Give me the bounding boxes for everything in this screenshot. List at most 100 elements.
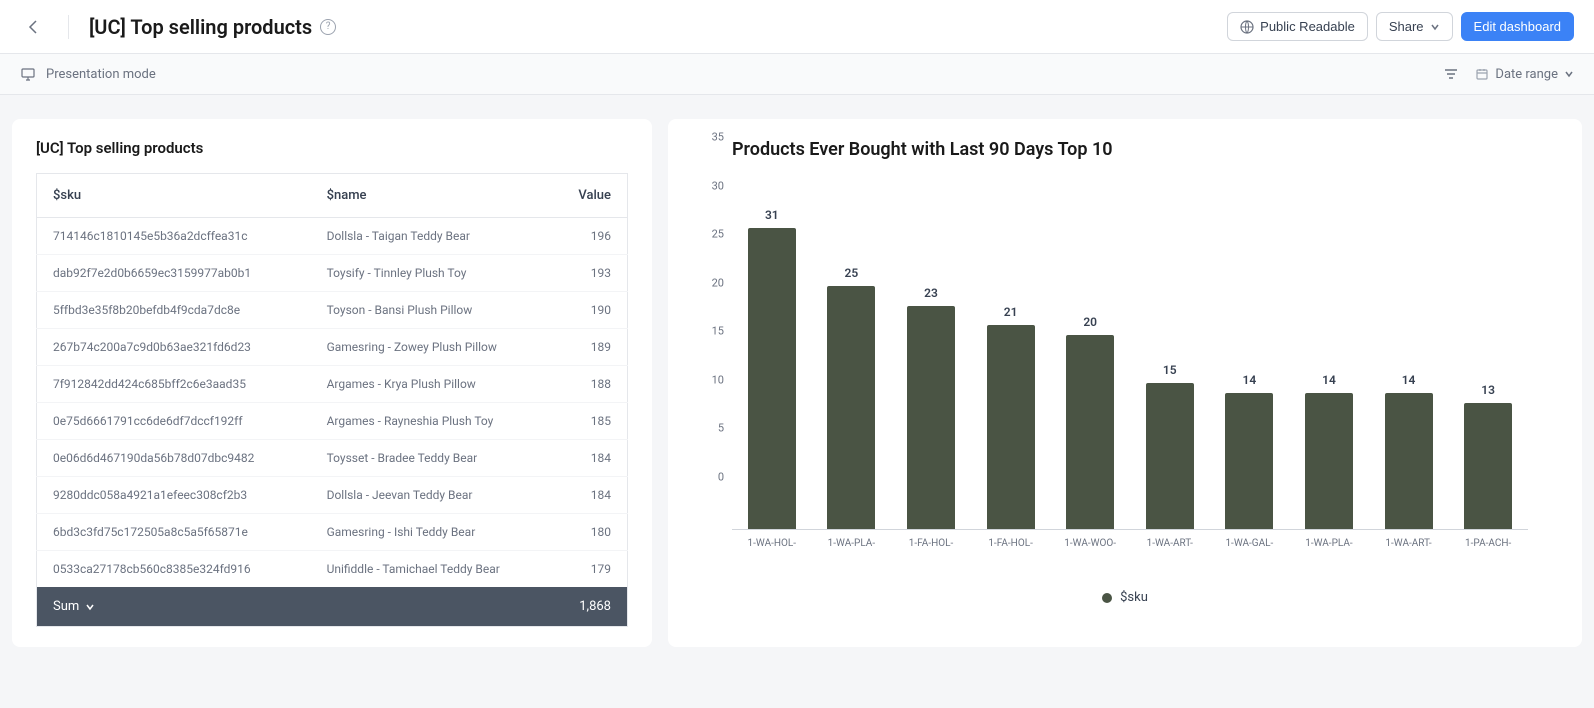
bar-wrap: 21 bbox=[971, 190, 1051, 529]
toolbar: Presentation mode Date range bbox=[0, 54, 1594, 95]
content: [UC] Top selling products $sku $name Val… bbox=[0, 95, 1594, 671]
table-row[interactable]: 0533ca27178cb560c8385e324fd916Unifiddle … bbox=[37, 551, 628, 588]
cell-sku: 6bd3c3fd75c172505a8c5a5f65871e bbox=[37, 514, 311, 551]
bar[interactable] bbox=[907, 306, 955, 529]
table-title: [UC] Top selling products bbox=[36, 139, 628, 157]
table-row[interactable]: 0e06d6d467190da56b78d07dbc9482Toysset - … bbox=[37, 440, 628, 477]
table-row[interactable]: 714146c1810145e5b36a2dcffea31cDollsla - … bbox=[37, 218, 628, 255]
bar[interactable] bbox=[748, 228, 796, 529]
bar[interactable] bbox=[1305, 393, 1353, 529]
header: [UC] Top selling products ? Public Reada… bbox=[0, 0, 1594, 54]
bar-value-label: 14 bbox=[1402, 373, 1416, 387]
bar-value-label: 25 bbox=[845, 266, 859, 280]
sum-cell[interactable]: Sum bbox=[37, 587, 311, 627]
title-wrap: [UC] Top selling products ? bbox=[68, 15, 336, 39]
x-tick-label: 1-FA-HOL- bbox=[971, 530, 1051, 570]
plot: 31 25 23 21 20 15 14 14 14 13 bbox=[732, 190, 1528, 530]
y-tick: 20 bbox=[712, 276, 724, 289]
cell-sku: 7f912842dd424c685bff2c6e3aad35 bbox=[37, 366, 311, 403]
bar-wrap: 15 bbox=[1130, 190, 1210, 529]
cell-sku: 0e75d6661791cc6de6df7dccf192ff bbox=[37, 403, 311, 440]
bar-value-label: 15 bbox=[1163, 363, 1177, 377]
x-tick-label: 1-WA-ART- bbox=[1369, 530, 1449, 570]
bar[interactable] bbox=[1225, 393, 1273, 529]
help-icon[interactable]: ? bbox=[320, 19, 336, 35]
bar-value-label: 13 bbox=[1481, 383, 1495, 397]
cell-name: Gamesring - Ishi Teddy Bear bbox=[311, 514, 552, 551]
table-row[interactable]: 7f912842dd424c685bff2c6e3aad35Argames - … bbox=[37, 366, 628, 403]
bar-value-label: 23 bbox=[924, 286, 938, 300]
filter-icon[interactable] bbox=[1443, 66, 1459, 82]
share-label: Share bbox=[1389, 19, 1424, 34]
x-tick-label: 1-WA-PLA- bbox=[1289, 530, 1369, 570]
bar-value-label: 31 bbox=[765, 208, 779, 222]
bar-value-label: 14 bbox=[1322, 373, 1336, 387]
share-button[interactable]: Share bbox=[1376, 12, 1453, 41]
col-name[interactable]: $name bbox=[311, 174, 552, 218]
cell-value: 180 bbox=[551, 514, 627, 551]
edit-label: Edit dashboard bbox=[1474, 19, 1561, 34]
public-readable-button[interactable]: Public Readable bbox=[1227, 12, 1368, 41]
table-row[interactable]: 5ffbd3e35f8b20befdb4f9cda7dc8eToyson - B… bbox=[37, 292, 628, 329]
table-row[interactable]: 9280ddc058a4921a1efeec308cf2b3Dollsla - … bbox=[37, 477, 628, 514]
bar-wrap: 14 bbox=[1289, 190, 1369, 529]
cell-value: 184 bbox=[551, 440, 627, 477]
cell-value: 188 bbox=[551, 366, 627, 403]
x-tick-label: 1-WA-PLA- bbox=[812, 530, 892, 570]
sum-label: Sum bbox=[53, 599, 79, 614]
chart-title: Products Ever Bought with Last 90 Days T… bbox=[732, 139, 1558, 160]
cell-sku: 5ffbd3e35f8b20befdb4f9cda7dc8e bbox=[37, 292, 311, 329]
col-sku[interactable]: $sku bbox=[37, 174, 311, 218]
chevron-down-icon bbox=[1430, 22, 1440, 32]
date-range-label: Date range bbox=[1495, 67, 1558, 82]
header-right: Public Readable Share Edit dashboard bbox=[1227, 12, 1574, 41]
x-axis: 1-WA-HOL-1-WA-PLA-1-FA-HOL-1-FA-HOL-1-WA… bbox=[732, 530, 1528, 570]
bar-wrap: 14 bbox=[1369, 190, 1449, 529]
cell-sku: 0533ca27178cb560c8385e324fd916 bbox=[37, 551, 311, 588]
bar-wrap: 23 bbox=[891, 190, 971, 529]
bar-value-label: 20 bbox=[1083, 315, 1097, 329]
cell-value: 190 bbox=[551, 292, 627, 329]
bars: 31 25 23 21 20 15 14 14 14 13 bbox=[732, 190, 1528, 529]
table-row[interactable]: 267b74c200a7c9d0b63ae321fd6d23Gamesring … bbox=[37, 329, 628, 366]
bar-value-label: 14 bbox=[1243, 373, 1257, 387]
table-row[interactable]: dab92f7e2d0b6659ec3159977ab0b1Toysify - … bbox=[37, 255, 628, 292]
date-range-button[interactable]: Date range bbox=[1475, 67, 1574, 82]
y-tick: 10 bbox=[712, 373, 724, 386]
sum-row: Sum 1,868 bbox=[37, 587, 628, 627]
table-row[interactable]: 0e75d6661791cc6de6df7dccf192ffArgames - … bbox=[37, 403, 628, 440]
edit-dashboard-button[interactable]: Edit dashboard bbox=[1461, 12, 1574, 41]
presentation-icon bbox=[20, 66, 36, 82]
cell-name: Argames - Krya Plush Pillow bbox=[311, 366, 552, 403]
page-title: [UC] Top selling products bbox=[89, 15, 312, 39]
x-tick-label: 1-WA-GAL- bbox=[1210, 530, 1290, 570]
y-tick: 15 bbox=[712, 325, 724, 338]
y-tick: 25 bbox=[712, 228, 724, 241]
table-row[interactable]: 6bd3c3fd75c172505a8c5a5f65871eGamesring … bbox=[37, 514, 628, 551]
x-tick-label: 1-WA-HOL- bbox=[732, 530, 812, 570]
cell-value: 193 bbox=[551, 255, 627, 292]
bar[interactable] bbox=[1066, 335, 1114, 529]
chevron-down-icon bbox=[85, 602, 95, 612]
arrow-left-icon bbox=[26, 19, 42, 35]
table-card: [UC] Top selling products $sku $name Val… bbox=[12, 119, 652, 647]
bar[interactable] bbox=[987, 325, 1035, 529]
cell-value: 189 bbox=[551, 329, 627, 366]
globe-icon bbox=[1240, 20, 1254, 34]
x-tick-label: 1-FA-HOL- bbox=[891, 530, 971, 570]
bar[interactable] bbox=[1146, 383, 1194, 529]
bar-wrap: 25 bbox=[812, 190, 892, 529]
chart-card: Products Ever Bought with Last 90 Days T… bbox=[668, 119, 1582, 647]
bar[interactable] bbox=[827, 286, 875, 529]
bar[interactable] bbox=[1385, 393, 1433, 529]
cell-value: 184 bbox=[551, 477, 627, 514]
cell-name: Gamesring - Zowey Plush Pillow bbox=[311, 329, 552, 366]
col-value[interactable]: Value bbox=[551, 174, 627, 218]
cell-name: Toysset - Bradee Teddy Bear bbox=[311, 440, 552, 477]
bar[interactable] bbox=[1464, 403, 1512, 529]
table-header-row: $sku $name Value bbox=[37, 174, 628, 218]
cell-value: 185 bbox=[551, 403, 627, 440]
back-button[interactable] bbox=[20, 13, 48, 41]
presentation-mode-button[interactable]: Presentation mode bbox=[46, 67, 156, 82]
header-left: [UC] Top selling products ? bbox=[20, 13, 336, 41]
